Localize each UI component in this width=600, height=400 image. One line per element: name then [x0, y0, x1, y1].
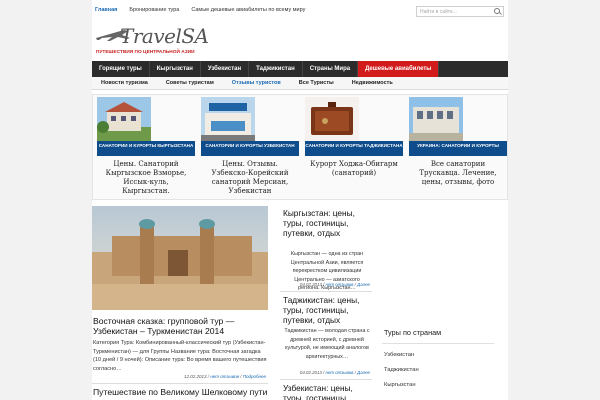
top-link-cheap-flights[interactable]: Самые дешевые авиабилеты по всему миру: [191, 7, 305, 13]
featured-card[interactable]: УКРАИНА: САНАТОРИИ И КУРОРТЫ Все санатор…: [407, 97, 507, 197]
sidebar-item-tajikistan[interactable]: Таджикистан: [384, 367, 419, 373]
search-icon[interactable]: [494, 8, 500, 14]
featured-title[interactable]: Курорт Ходжа-Обигарм (санаторий): [307, 160, 401, 178]
featured-image[interactable]: [201, 97, 255, 141]
divider: [382, 343, 494, 344]
featured-title[interactable]: Все санатории Трускавца. Лечение, цены, …: [411, 160, 505, 187]
featured-card[interactable]: САНАТОРИИ И КУРОРТЫ УЗБЕКИСТАН Цены. Отз…: [199, 97, 299, 197]
main-posts: Восточная сказка: групповой тур — Узбеки…: [92, 206, 268, 400]
nav-item-kyrgyzstan[interactable]: Кыргызстан: [150, 61, 201, 77]
featured-image[interactable]: [409, 97, 463, 141]
featured-card[interactable]: САНАТОРИИ И КУРОРТЫ КЫРГЫЗСТАНА Цены. Са…: [95, 97, 195, 197]
post-date: 04.02.2013: [299, 282, 322, 287]
top-links: Главная Бронирование тура Самые дешевые …: [95, 7, 305, 13]
featured-title[interactable]: Цены. Отзывы. Узбекско-Корейский санатор…: [203, 160, 297, 196]
divider: [280, 291, 372, 292]
top-link-home[interactable]: Главная: [95, 7, 117, 13]
mid-posts: Кыргызстан: цены, туры, гостиницы, путев…: [280, 206, 372, 400]
search-input[interactable]: Найти в сайте...: [416, 6, 504, 17]
featured-image[interactable]: [97, 97, 151, 141]
subnav-item-realty[interactable]: Недвижимость: [343, 77, 402, 89]
page: Главная Бронирование тура Самые дешевые …: [92, 0, 508, 400]
main-nav: Горящие туры Кыргызстан Узбекистан Таджи…: [92, 61, 508, 77]
sidebar: Туры по странам Узбекистан Таджикистан К…: [380, 206, 496, 400]
post-title[interactable]: Таджикистан: цены, туры, гостиницы, путе…: [283, 295, 371, 325]
nav-item-uzbekistan[interactable]: Узбекистан: [201, 61, 250, 77]
subnav-item-tips[interactable]: Советы туристам: [157, 77, 223, 89]
featured-card[interactable]: САНАТОРИИ И КУРОРТЫ ТАДЖИКИСТАНА Курорт …: [303, 97, 403, 197]
post-excerpt: Категория Тура: Комбинированный-классиче…: [93, 340, 267, 372]
featured-category[interactable]: САНАТОРИИ И КУРОРТЫ КЫРГЫЗСТАНА: [97, 141, 195, 156]
top-link-booking[interactable]: Бронирование тура: [129, 7, 179, 13]
sidebar-item-kyrgyzstan[interactable]: Кыргызстан: [384, 382, 416, 388]
featured-slider: САНАТОРИИ И КУРОРТЫ КЫРГЫЗСТАНА Цены. Са…: [92, 94, 508, 200]
post-excerpt: Таджикистан — молодая страна с древней и…: [284, 328, 370, 360]
post-image[interactable]: [92, 206, 268, 310]
divider: [92, 383, 268, 384]
subnav-item-news[interactable]: Новости туризма: [92, 77, 157, 89]
subnav-item-reviews[interactable]: Отзывы туристов: [223, 77, 290, 89]
logo-word: TravelSA: [120, 24, 209, 48]
site-logo[interactable]: TravelSA ПУТЕШЕСТВИЯ ПО ЦЕНТРАЛЬНОЙ АЗИИ: [94, 24, 209, 58]
sidebar-item-uzbekistan[interactable]: Узбекистан: [384, 352, 414, 358]
sidebar-heading: Туры по странам: [384, 328, 442, 337]
post-title[interactable]: Кыргызстан: цены, туры, гостиницы, путев…: [283, 208, 371, 238]
post-meta: 12.02.2013 / нет отзывов / Подробнее: [184, 374, 266, 379]
divider: [280, 379, 372, 380]
post-more-link[interactable]: Подробнее: [243, 374, 266, 379]
post-comments-link[interactable]: нет отзывов: [210, 374, 239, 379]
post-meta: 04.02.2013 / нет отзывов / Далее: [299, 282, 370, 287]
nav-item-cheap-flights[interactable]: Дешевые авиабилеты: [358, 61, 440, 77]
post-comments-link[interactable]: нет отзывов: [326, 282, 354, 287]
post-title[interactable]: Путешествие по Великому Шелковому пути: [93, 387, 268, 397]
featured-image[interactable]: [305, 97, 359, 141]
featured-category[interactable]: САНАТОРИИ И КУРОРТЫ УЗБЕКИСТАН: [201, 141, 299, 156]
featured-title[interactable]: Цены. Санаторий Кыргызское Взморье, Иссы…: [99, 160, 193, 196]
post-more-link[interactable]: Далее: [357, 282, 370, 287]
top-bar: Главная Бронирование тура Самые дешевые …: [92, 4, 508, 20]
post-date: 12.02.2013: [184, 374, 207, 379]
post-more-link[interactable]: Далее: [357, 370, 370, 375]
post-title[interactable]: Восточная сказка: групповой тур — Узбеки…: [93, 316, 268, 336]
logo-tagline: ПУТЕШЕСТВИЯ ПО ЦЕНТРАЛЬНОЙ АЗИИ: [96, 50, 195, 55]
search-placeholder: Найти в сайте...: [420, 9, 457, 15]
nav-item-tajikistan[interactable]: Таджикистан: [249, 61, 303, 77]
subnav-item-all-tourists[interactable]: Все Туристы: [290, 77, 343, 89]
post-title[interactable]: Узбекистан: цены, туры, гостиницы,: [283, 383, 371, 400]
post-meta: 04.02.2013 / нет отзывов / Далее: [299, 370, 370, 375]
nav-item-world-countries[interactable]: Страны Мира: [303, 61, 359, 77]
featured-category[interactable]: САНАТОРИИ И КУРОРТЫ ТАДЖИКИСТАНА: [305, 141, 403, 156]
post-comments-link[interactable]: нет отзывов: [326, 370, 354, 375]
featured-category[interactable]: УКРАИНА: САНАТОРИИ И КУРОРТЫ: [409, 141, 507, 156]
sub-nav: Новости туризма Советы туристам Отзывы т…: [92, 77, 508, 90]
post-date: 04.02.2013: [299, 370, 322, 375]
nav-item-hot-tours[interactable]: Горящие туры: [92, 61, 150, 77]
